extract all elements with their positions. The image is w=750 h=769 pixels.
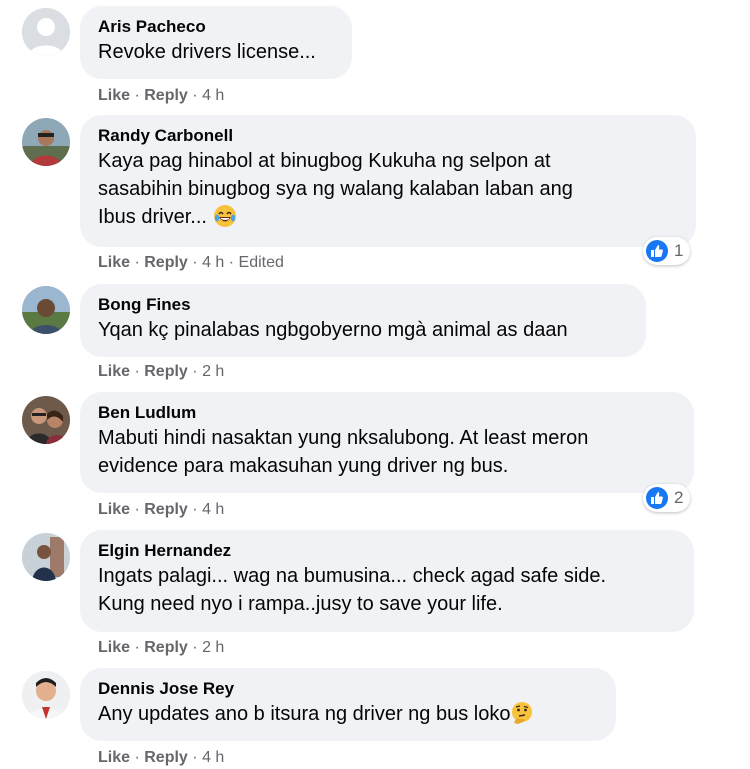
reply-link[interactable]: Reply [144, 254, 188, 271]
user-photo-icon [22, 118, 70, 166]
comment-time[interactable]: 4 h [202, 254, 224, 271]
separator: · [228, 254, 239, 271]
avatar[interactable] [22, 286, 70, 334]
comment-bubble: Dennis Jose Rey Any updates ano b itsura… [80, 668, 616, 741]
user-photo-icon [22, 533, 70, 581]
comment-text-fragment: Any updates ano b itsura ng driver ng bu… [98, 703, 511, 725]
comment-bubble: Aris Pacheco Revoke drivers license... [80, 6, 352, 79]
like-link[interactable]: Like [98, 254, 130, 271]
comment-author[interactable]: Elgin Hernandez [98, 540, 676, 562]
comment-bubble: Elgin Hernandez Ingats palagi... wag na … [80, 530, 694, 632]
comment-actions: Like · Reply · 2 h [98, 638, 224, 658]
comment-text-line: Yqan kç pinalabas ngbgobyerno mgà animal… [98, 319, 568, 341]
comment-text-fragment: Ibus driver... [98, 206, 207, 228]
comment-author[interactable]: Dennis Jose Rey [98, 678, 598, 700]
separator: · [192, 501, 203, 518]
avatar[interactable] [22, 533, 70, 581]
reply-link[interactable]: Reply [144, 363, 188, 380]
reply-link[interactable]: Reply [144, 87, 188, 104]
comment-text-line: Kung need nyo i rampa..jusy to save your… [98, 593, 503, 615]
reaction-count: 2 [674, 488, 684, 507]
comment-actions: Like · Reply · 2 h [98, 362, 224, 382]
separator: · [192, 639, 203, 656]
user-photo-icon [22, 396, 70, 444]
avatar[interactable] [22, 396, 70, 444]
reply-link[interactable]: Reply [144, 501, 188, 518]
separator: · [192, 254, 203, 271]
avatar[interactable] [22, 118, 70, 166]
like-link[interactable]: Like [98, 749, 130, 766]
comment-actions: Like · Reply · 4 h [98, 748, 224, 768]
comment-time[interactable]: 2 h [202, 363, 224, 380]
avatar[interactable] [22, 671, 70, 719]
separator: · [134, 639, 145, 656]
comment-bubble: Bong Fines Yqan kç pinalabas ngbgobyerno… [80, 284, 646, 357]
laughing-tears-emoji-icon [213, 205, 236, 227]
comment-time[interactable]: 2 h [202, 639, 224, 656]
separator: · [134, 749, 145, 766]
thinking-face-emoji-icon [512, 702, 533, 724]
reaction-count: 1 [674, 241, 684, 260]
comment-text-line: evidence para makasuhan yung driver ng b… [98, 455, 509, 477]
like-reaction-icon [646, 240, 668, 262]
comment-actions: Like · Reply · 4 h [98, 86, 224, 106]
like-link[interactable]: Like [98, 639, 130, 656]
comment-time[interactable]: 4 h [202, 501, 224, 518]
comment-actions: Like · Reply · 4 h · Edited [98, 253, 284, 273]
user-photo-icon [22, 671, 70, 719]
comment-text-line: Ingats palagi... wag na bumusina... chec… [98, 565, 607, 587]
like-reaction-icon [646, 487, 668, 509]
reaction-summary[interactable]: 1 [643, 237, 691, 265]
separator: · [134, 87, 145, 104]
comment-text-line: Mabuti hindi nasaktan yung nksalubong. A… [98, 427, 589, 449]
comment-time[interactable]: 4 h [202, 749, 224, 766]
comment-text-line: Kaya pag hinabol at binugbog Kukuha ng s… [98, 150, 551, 172]
comment-author[interactable]: Bong Fines [98, 294, 628, 316]
comment-bubble: Ben Ludlum Mabuti hindi nasaktan yung nk… [80, 392, 694, 493]
comment-text-line: Revoke drivers license... [98, 41, 316, 63]
edited-label[interactable]: Edited [239, 254, 284, 271]
like-link[interactable]: Like [98, 363, 130, 380]
comment-author[interactable]: Aris Pacheco [98, 16, 334, 38]
comment-author[interactable]: Ben Ludlum [98, 402, 676, 424]
reply-link[interactable]: Reply [144, 749, 188, 766]
like-link[interactable]: Like [98, 87, 130, 104]
comment-text-line: Any updates ano b itsura ng driver ng bu… [98, 700, 598, 728]
comment-actions: Like · Reply · 4 h [98, 500, 224, 520]
reply-link[interactable]: Reply [144, 639, 188, 656]
reaction-summary[interactable]: 2 [643, 484, 691, 512]
comment-author[interactable]: Randy Carbonell [98, 125, 678, 147]
like-link[interactable]: Like [98, 501, 130, 518]
avatar[interactable] [22, 8, 70, 56]
comment-bubble: Randy Carbonell Kaya pag hinabol at binu… [80, 115, 696, 247]
separator: · [134, 501, 145, 518]
comment-text-line: sasabihin binugbog sya ng walang kalaban… [98, 178, 573, 200]
separator: · [192, 749, 203, 766]
user-photo-icon [22, 286, 70, 334]
separator: · [192, 87, 203, 104]
default-avatar-icon [22, 8, 70, 56]
comment-time[interactable]: 4 h [202, 87, 224, 104]
separator: · [134, 363, 145, 380]
comment-text-line: Ibus driver... [98, 203, 678, 231]
separator: · [192, 363, 203, 380]
separator: · [134, 254, 145, 271]
